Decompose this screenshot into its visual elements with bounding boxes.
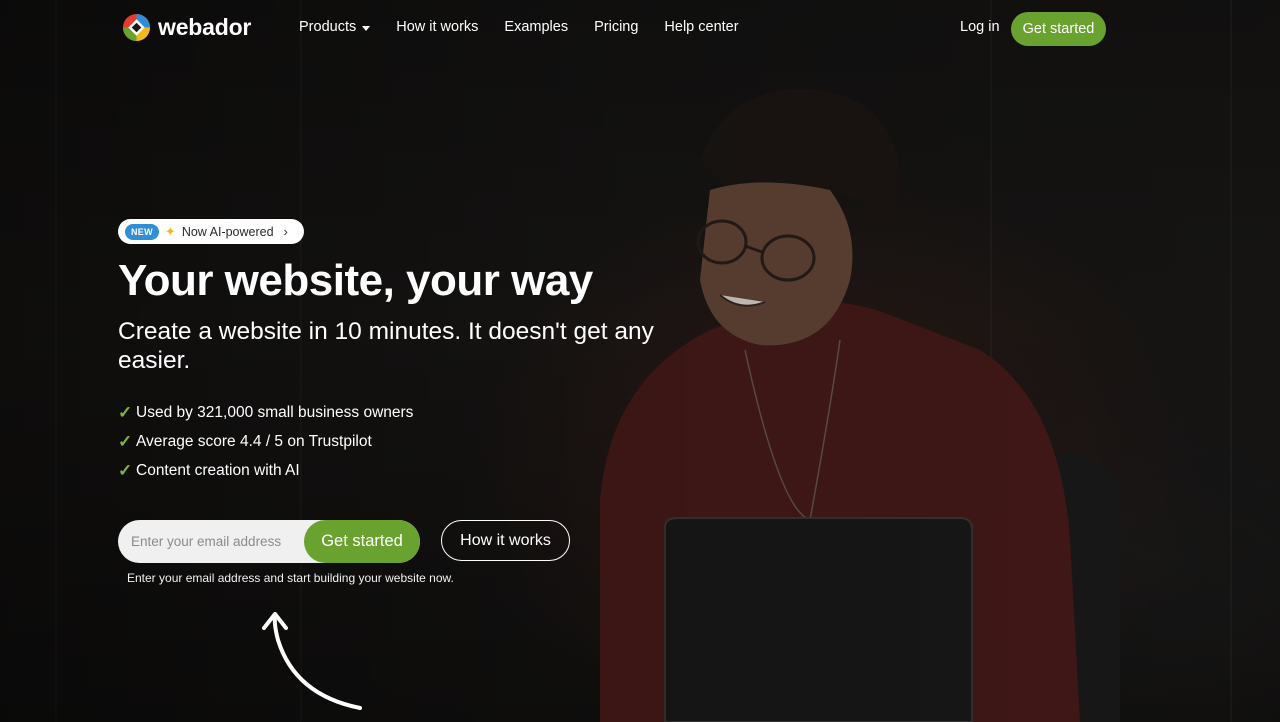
top-navbar: webador Products How it works Examples P…: [0, 0, 1280, 56]
nav-link-help-center[interactable]: Help center: [664, 19, 738, 35]
email-field[interactable]: [118, 520, 308, 563]
signup-form: Get started: [118, 520, 420, 563]
hero-title: Your website, your way: [118, 256, 593, 305]
how-it-works-button[interactable]: How it works: [441, 520, 570, 561]
list-item: ✓ Average score 4.4 / 5 on Trustpilot: [118, 427, 413, 456]
feature-text: Used by 321,000 small business owners: [136, 403, 414, 421]
nav-link-label: Products: [299, 19, 357, 35]
feature-list: ✓ Used by 321,000 small business owners …: [118, 398, 413, 485]
main-nav: Products How it works Examples Pricing H…: [299, 19, 739, 35]
new-badge: NEW: [125, 223, 159, 240]
brand-logo[interactable]: webador: [122, 13, 251, 42]
list-item: ✓ Used by 321,000 small business owners: [118, 398, 413, 427]
checkmark-icon: ✓: [118, 460, 133, 480]
checkmark-icon: ✓: [118, 402, 133, 422]
list-item: ✓ Content creation with AI: [118, 456, 413, 485]
feature-text: Content creation with AI: [136, 461, 300, 479]
signup-helper-text: Enter your email address and start build…: [127, 571, 454, 585]
curved-arrow-icon: [262, 612, 362, 710]
ai-pill-text: Now AI-powered: [181, 224, 274, 239]
chevron-right-icon: ›: [283, 224, 288, 239]
nav-link-examples[interactable]: Examples: [504, 19, 568, 35]
ai-announcement-pill[interactable]: NEW ✦ Now AI-powered ›: [118, 219, 304, 244]
login-link[interactable]: Log in: [960, 19, 1000, 35]
checkmark-icon: ✓: [118, 431, 133, 451]
brand-name: webador: [158, 14, 252, 40]
hero-subtitle: Create a website in 10 minutes. It doesn…: [118, 318, 654, 374]
nav-link-pricing[interactable]: Pricing: [594, 19, 638, 35]
signup-get-started-button[interactable]: Get started: [304, 520, 420, 563]
nav-get-started-button[interactable]: Get started: [1011, 12, 1106, 46]
feature-text: Average score 4.4 / 5 on Trustpilot: [136, 432, 372, 450]
nav-link-products[interactable]: Products: [299, 19, 371, 35]
webador-logo-icon: [122, 13, 151, 42]
sparkle-icon: ✦: [164, 223, 176, 239]
nav-link-how-it-works[interactable]: How it works: [396, 19, 478, 35]
caret-down-icon: [362, 25, 371, 31]
